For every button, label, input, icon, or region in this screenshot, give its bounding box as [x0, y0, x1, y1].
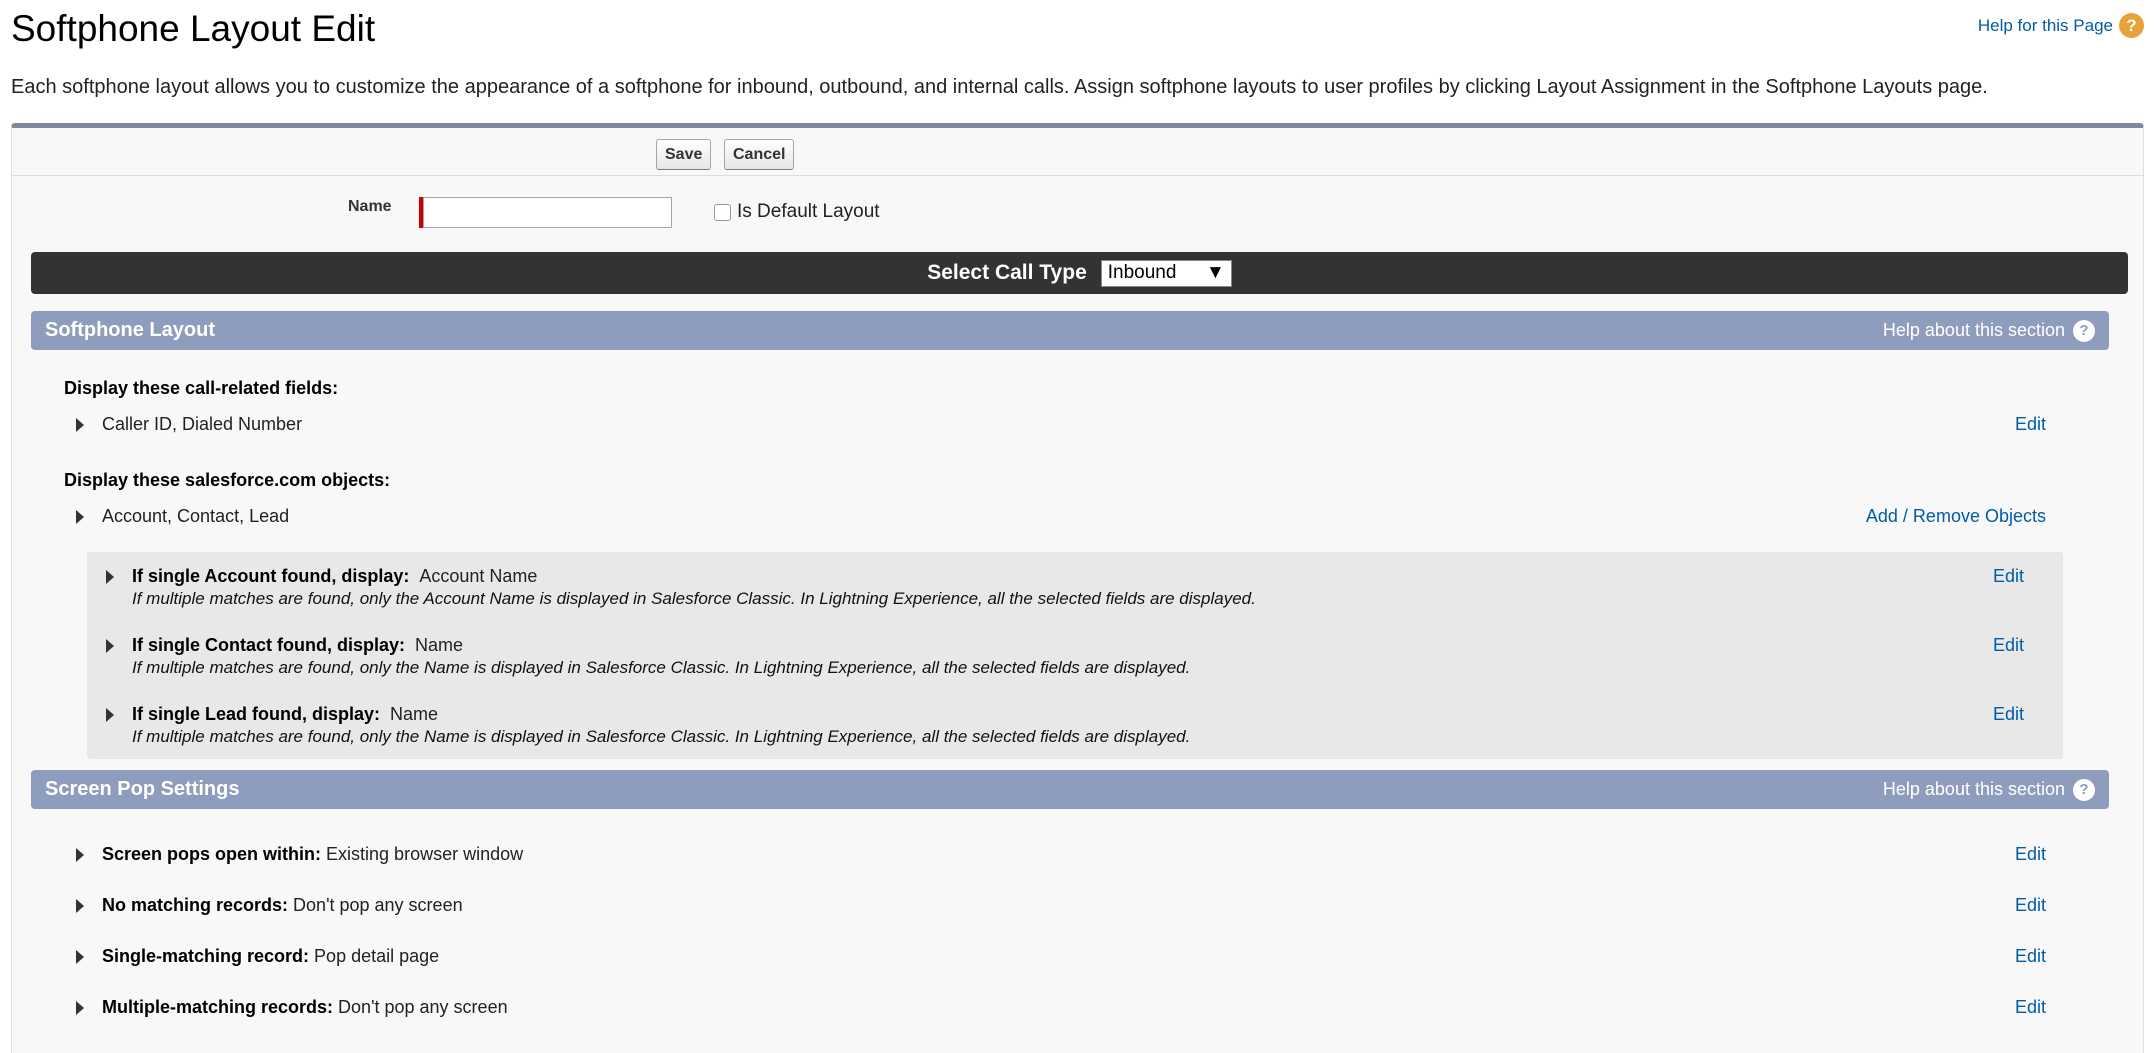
objects-heading: Display these salesforce.com objects: — [64, 470, 391, 490]
is-default-layout[interactable]: Is Default Layout — [714, 201, 880, 223]
contact-rule-edit-link[interactable]: Edit — [1993, 635, 2024, 656]
is-default-label: Is Default Layout — [737, 201, 880, 222]
save-button[interactable]: Save — [656, 139, 712, 170]
call-type-label: Select Call Type — [927, 261, 1087, 284]
expand-triangle-icon[interactable] — [76, 417, 84, 432]
help-white-icon[interactable]: ? — [2073, 319, 2095, 342]
call-fields-edit-link[interactable]: Edit — [2015, 414, 2046, 435]
screen-pop-header: Screen Pop Settings Help about this sect… — [31, 770, 2109, 809]
is-default-checkbox[interactable] — [714, 203, 731, 221]
screen-pop-item-label: No matching records: — [102, 895, 289, 915]
screen-pop-edit-link[interactable]: Edit — [2015, 997, 2046, 1018]
contact-rule-label: If single Contact found, display: — [132, 635, 406, 655]
call-fields-heading: Display these call-related fields: — [64, 378, 339, 398]
call-type-bar: Select Call Type Inbound ▼ — [31, 252, 2128, 294]
softphone-layout-help[interactable]: Help about this section ? — [1883, 319, 2095, 342]
screen-pop-item-value: Existing browser window — [326, 844, 524, 864]
call-fields-row[interactable]: Caller ID, Dialed Number — [76, 414, 302, 435]
expand-triangle-icon[interactable] — [76, 1000, 84, 1015]
screen-pop-item-value: Don't pop any screen — [293, 895, 463, 915]
screen-pop-item-value: Pop detail page — [314, 946, 440, 966]
screen-pop-edit-link[interactable]: Edit — [2015, 895, 2046, 916]
objects-row[interactable]: Account, Contact, Lead — [76, 506, 289, 527]
lead-rule-note: If multiple matches are found, only the … — [132, 727, 1191, 746]
expand-triangle-icon[interactable] — [76, 949, 84, 964]
call-type-selected: Inbound — [1107, 262, 1177, 283]
account-rule-value: Account Name — [419, 566, 538, 586]
expand-triangle-icon[interactable] — [106, 707, 114, 722]
softphone-layout-help-label[interactable]: Help about this section — [1883, 320, 2065, 341]
expand-triangle-icon[interactable] — [76, 898, 84, 913]
screen-pop-help-label[interactable]: Help about this section — [1883, 779, 2065, 800]
expand-triangle-icon[interactable] — [106, 569, 114, 584]
screen-pop-item-label: Screen pops open within: — [102, 844, 322, 864]
screen-pop-title: Screen Pop Settings — [45, 778, 240, 800]
lead-rule-value: Name — [390, 704, 439, 724]
help-for-page[interactable]: Help for this Page ? — [1978, 13, 2144, 38]
help-white-icon[interactable]: ? — [2073, 778, 2095, 801]
contact-rule-note: If multiple matches are found, only the … — [132, 658, 1191, 677]
call-fields-value: Caller ID, Dialed Number — [102, 414, 303, 434]
screen-pop-edit-link[interactable]: Edit — [2015, 844, 2046, 865]
account-rule-row[interactable]: If single Account found, display: Accoun… — [106, 566, 537, 587]
expand-triangle-icon[interactable] — [76, 509, 84, 524]
screen-pop-help[interactable]: Help about this section ? — [1883, 778, 2095, 801]
screen-pop-row[interactable]: Multiple-matching records: Don't pop any… — [76, 997, 508, 1018]
edit-panel: Save Cancel Name Is Default Layout Selec… — [11, 123, 2144, 1053]
screen-pop-item-label: Multiple-matching records: — [102, 997, 334, 1017]
softphone-layout-header: Softphone Layout Help about this section… — [31, 311, 2109, 350]
screen-pop-item-label: Single-matching record: — [102, 946, 310, 966]
button-bar: Save Cancel — [12, 128, 2143, 176]
expand-triangle-icon[interactable] — [76, 847, 84, 862]
cancel-button[interactable]: Cancel — [724, 139, 795, 170]
add-remove-objects-link[interactable]: Add / Remove Objects — [1866, 506, 2046, 527]
call-type-select[interactable]: Inbound ▼ — [1100, 259, 1232, 287]
help-orange-icon[interactable]: ? — [2119, 13, 2144, 38]
contact-rule-row[interactable]: If single Contact found, display: Name — [106, 635, 463, 656]
lead-rule-row[interactable]: If single Lead found, display: Name — [106, 704, 438, 725]
page-description: Each softphone layout allows you to cust… — [11, 76, 1988, 98]
account-rule-edit-link[interactable]: Edit — [1993, 566, 2024, 587]
screen-pop-row[interactable]: Screen pops open within: Existing browse… — [76, 844, 523, 865]
name-label: Name — [348, 198, 392, 215]
softphone-layout-title: Softphone Layout — [45, 319, 215, 341]
account-rule-label: If single Account found, display: — [132, 566, 410, 586]
lead-rule-label: If single Lead found, display: — [132, 704, 381, 724]
account-rule-note: If multiple matches are found, only the … — [132, 589, 1256, 608]
screen-pop-row[interactable]: No matching records: Don't pop any scree… — [76, 895, 463, 916]
help-for-page-link[interactable]: Help for this Page — [1978, 16, 2113, 36]
screen-pop-row[interactable]: Single-matching record: Pop detail page — [76, 946, 439, 967]
objects-value: Account, Contact, Lead — [102, 506, 290, 526]
page-title: Softphone Layout Edit — [11, 8, 376, 49]
name-input[interactable] — [423, 197, 672, 228]
screen-pop-item-value: Don't pop any screen — [338, 997, 508, 1017]
expand-triangle-icon[interactable] — [106, 638, 114, 653]
screen-pop-edit-link[interactable]: Edit — [2015, 946, 2046, 967]
dropdown-arrow-icon: ▼ — [1205, 262, 1225, 283]
contact-rule-value: Name — [415, 635, 464, 655]
lead-rule-edit-link[interactable]: Edit — [1993, 704, 2024, 725]
object-rules-box: If single Account found, display: Accoun… — [87, 552, 2063, 759]
